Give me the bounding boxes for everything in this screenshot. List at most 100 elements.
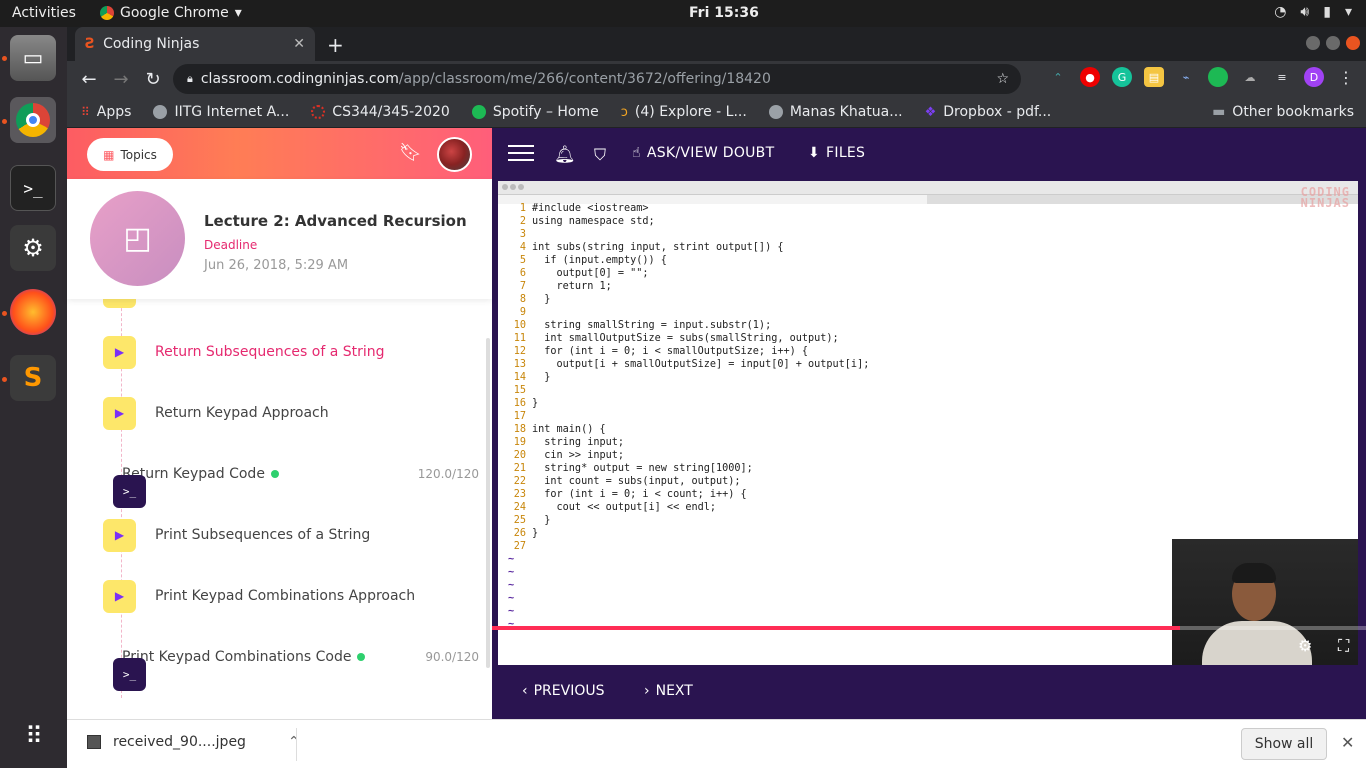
avatar[interactable]	[437, 137, 472, 172]
next-button[interactable]: › NEXT	[644, 683, 693, 699]
close-icon[interactable]: ✕	[1341, 733, 1354, 752]
tab-title: Coding Ninjas	[103, 36, 200, 52]
code-terminal-icon: >_	[113, 658, 146, 691]
video-time: 13:02 / 16:33	[668, 638, 756, 653]
bookmark-iitg[interactable]: IITG Internet A...	[153, 104, 289, 120]
code-line: 3	[519, 229, 526, 240]
vim-empty-line: ~	[508, 606, 515, 617]
files-button[interactable]: ⬇ FILES	[808, 145, 865, 161]
dropbox-icon: ❖	[924, 104, 937, 120]
address-bar[interactable]: 🔒︎ classroom.codingninjas.com/app/classr…	[173, 64, 1021, 94]
lecture-item[interactable]: ▶ Print Subsequences of a String	[103, 515, 479, 555]
reload-button[interactable]: ↻	[137, 69, 169, 90]
gear-icon[interactable]: ⚙	[1298, 636, 1312, 655]
previous-button[interactable]: ‹ PREVIOUS	[522, 683, 604, 699]
bookmark-dropbox[interactable]: ❖ Dropbox - pdf...	[925, 104, 1052, 120]
bookmark-icon[interactable]: 🔖︎	[399, 142, 422, 163]
chevron-down-icon: ▾	[234, 5, 242, 21]
lecture-item[interactable]: ▶ Return Keypad Approach	[103, 393, 479, 433]
other-bookmarks[interactable]: ▬ Other bookmarks	[1212, 104, 1354, 120]
terminal-icon[interactable]: >_	[10, 165, 56, 211]
app-menu[interactable]: Google Chrome ▾	[100, 5, 242, 21]
lecture-item-label: Print Keypad Combinations Approach	[155, 588, 416, 604]
fullscreen-icon[interactable]: ⛶	[1338, 636, 1349, 656]
bookmark-label: IITG Internet A...	[174, 104, 290, 120]
settings-tool-icon[interactable]: ⚙	[10, 225, 56, 271]
adblock-icon[interactable]: ●	[1080, 67, 1100, 87]
lecture-item-label: Return Subsequences of a String	[155, 344, 385, 360]
media-queue-icon[interactable]: ≡	[1272, 67, 1292, 87]
bookmark-icon[interactable]: ⛉	[594, 145, 606, 165]
hamburger-menu-icon[interactable]	[508, 145, 534, 161]
menu-icon[interactable]: ⋮	[1336, 67, 1356, 87]
bookmark-apps[interactable]: ⠿ Apps	[81, 104, 131, 120]
video-frame[interactable]: CODING NINJAS 1 #include <iostream> 2 using …	[498, 181, 1358, 665]
clock[interactable]: Fri 15:36	[689, 5, 759, 21]
show-all-button[interactable]: Show all	[1241, 728, 1327, 760]
forward-icon[interactable]: ↷	[586, 636, 599, 655]
code-line: 14 }	[513, 372, 551, 383]
back-button[interactable]: ←	[73, 69, 105, 90]
bookmark-explore[interactable]: ↄ (4) Explore - L...	[621, 104, 747, 120]
chevron-up-icon[interactable]: ⌃	[288, 734, 300, 750]
profile-avatar[interactable]: D	[1304, 67, 1324, 87]
chrome-dock-icon[interactable]	[10, 97, 56, 143]
lecture-item[interactable]: >_ Return Keypad Code 120.0/120	[103, 454, 479, 508]
bookmark-manas[interactable]: Manas Khatua...	[768, 104, 903, 120]
play-icon[interactable]: ▶	[546, 636, 558, 655]
video-player-panel: 🔔︎ ⛉ ☝ ASK/VIEW DOUBT ⬇ FILES CODING NINJ…	[492, 128, 1366, 719]
globe-icon	[153, 105, 168, 119]
lecture-item[interactable]: ▶ Print Keypad Combinations Approach	[103, 576, 479, 616]
lecture-item[interactable]: ▶ Return Subsequences of a String	[103, 332, 479, 372]
browser-tab[interactable]: Ƨ Coding Ninjas ✕	[75, 27, 315, 61]
grammarly-icon[interactable]: G	[1112, 67, 1132, 87]
chat-bubble-icon[interactable]	[1208, 67, 1228, 87]
star-icon[interactable]: ☆	[996, 71, 1009, 87]
item-score: 90.0/120	[425, 650, 479, 664]
code-line: 4 int subs(string input, strint output[])…	[519, 242, 784, 253]
bookmarks-bar: ⠿ Apps IITG Internet A... CS344/345-2020…	[67, 97, 1366, 128]
new-tab-button[interactable]: +	[327, 33, 344, 57]
lecture-item[interactable]: >_ Print Keypad Combinations Code 90.0/120	[103, 637, 479, 691]
system-tray[interactable]: ◔ 🔊︎ ▮ ▾	[1274, 4, 1352, 20]
bookmark-cs344[interactable]: CS344/345-2020	[311, 104, 450, 120]
volume-icon[interactable]: 🔊︎	[626, 636, 636, 656]
bookmark-spotify[interactable]: Spotify – Home	[471, 104, 599, 120]
files-icon[interactable]: ▭	[10, 35, 56, 81]
code-line: 11 int smallOutputSize = subs(smallStrin…	[513, 333, 839, 344]
rewind-icon[interactable]: ↶	[500, 636, 513, 655]
clipboard-icon[interactable]: ▤	[1144, 67, 1164, 87]
close-window-button[interactable]	[1346, 36, 1360, 50]
running-indicator	[2, 311, 7, 316]
minimize-button[interactable]	[1306, 36, 1320, 50]
show-applications-icon[interactable]: ⠿	[10, 713, 56, 759]
tab-strip: Ƨ Coding Ninjas ✕ +	[67, 27, 1366, 61]
bookmark-label: Apps	[96, 104, 132, 120]
close-icon[interactable]: ✕	[293, 36, 305, 52]
topics-button[interactable]: ▦ Topics	[87, 138, 173, 171]
lecture-title: Lecture 2: Advanced Recursion	[204, 212, 467, 230]
cloud-icon[interactable]: ☁	[1240, 67, 1260, 87]
code-line: 17	[513, 411, 526, 422]
code-line: 16}	[513, 398, 539, 409]
activities-button[interactable]: Activities	[12, 5, 76, 21]
firefox-icon[interactable]	[10, 289, 56, 335]
bell-icon[interactable]: 🔔︎	[554, 145, 576, 165]
scrollbar[interactable]	[486, 338, 490, 668]
code-line: 15	[513, 385, 526, 396]
progress-bar[interactable]	[492, 626, 1366, 630]
code-listing: 1 #include <iostream> 2 using namespace std…	[508, 202, 869, 631]
maximize-button[interactable]	[1326, 36, 1340, 50]
cast-icon[interactable]: ⌁	[1176, 67, 1196, 87]
download-item[interactable]: received_90....jpeg ⌃	[87, 734, 300, 750]
forward-button[interactable]: →	[105, 69, 137, 90]
chrome-icon	[100, 6, 114, 20]
extension-icon[interactable]: ⌃	[1048, 67, 1068, 87]
sublime-text-icon[interactable]: S	[10, 355, 56, 401]
ask-doubt-button[interactable]: ☝ ASK/VIEW DOUBT	[632, 145, 774, 161]
code-line: 23 for (int i = 0; i < count; i++) {	[513, 489, 747, 500]
browser-toolbar: ← → ↻ 🔒︎ classroom.codingninjas.com/app/…	[67, 61, 1366, 97]
code-line: 1 #include <iostream>	[519, 203, 649, 214]
next-label: NEXT	[655, 683, 693, 699]
code-line: 7 return 1;	[519, 281, 612, 292]
